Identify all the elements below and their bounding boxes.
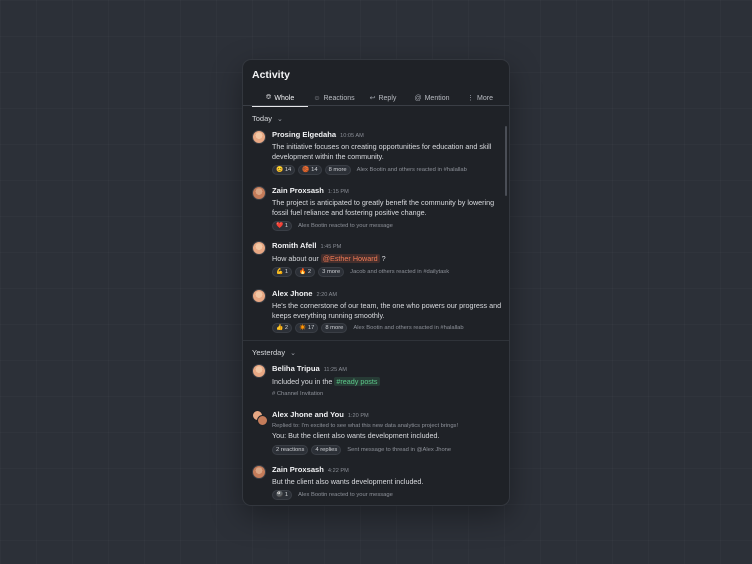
reaction-chip[interactable]: 👍 2: [272, 323, 293, 333]
item-header: Zain Proxsash 1:15 PM: [272, 186, 349, 195]
tab-label: More: [477, 94, 493, 102]
message-text: He's the cornerstone of our team, the on…: [272, 301, 502, 320]
channel-invitation-label: # Channel Invitation: [272, 391, 324, 397]
avatar-group: [252, 410, 268, 426]
reaction-summary: Alex Bootin and others reacted in #halal…: [353, 325, 464, 331]
avatar: [252, 289, 266, 303]
message-text-after: ?: [381, 254, 386, 263]
timestamp: 2:20 AM: [316, 292, 338, 298]
reaction-chip[interactable]: ❤️ 1: [272, 221, 293, 231]
reaction-summary: Jacob and others reacted in #dailytask: [350, 269, 450, 275]
timestamp: 1:20 PM: [347, 413, 369, 419]
user-name: Zain Proxsash: [272, 186, 324, 195]
message-text: The initiative focuses on creating oppor…: [272, 142, 492, 161]
reaction-chip[interactable]: 💪 1: [272, 267, 293, 277]
timestamp: 1:15 PM: [327, 189, 349, 195]
reaction-row: 👍 2 ✴️ 17 8 more Alex Bootin and others …: [272, 323, 464, 333]
item-header: Romith Afell 1:45 PM: [272, 241, 341, 250]
reaction-row: 😊 14 🏀 14 8 more Alex Bootin and others …: [272, 165, 467, 175]
item-header: Alex Jhone 2:20 AM: [272, 289, 337, 298]
item-header: Beliha Tripua 11:25 AM: [272, 364, 347, 373]
more-reactions-chip[interactable]: 8 more: [321, 323, 348, 333]
tab-label: Reply: [378, 94, 397, 102]
item-header: Alex Jhone and You 1:20 PM: [272, 410, 369, 419]
reaction-chip[interactable]: 🎱 1: [272, 490, 293, 500]
user-name: Romith Afell: [272, 241, 317, 250]
at-icon: @: [414, 94, 422, 102]
user-name: Zain Proxsash: [272, 465, 324, 474]
more-icon: ⋮: [467, 95, 475, 102]
avatar: [252, 364, 266, 378]
item-header: Prosing Elgedaha 10:05 AM: [272, 130, 364, 139]
avatar: [252, 241, 266, 255]
avatar: [252, 130, 266, 144]
more-reactions-chip[interactable]: 8 more: [324, 165, 351, 175]
tab-mention[interactable]: @ Mention: [406, 90, 458, 106]
user-name: Prosing Elgedaha: [272, 130, 337, 139]
timestamp: 10:05 AM: [340, 133, 364, 139]
section-label: Yesterday: [252, 348, 286, 357]
reaction-summary: Alex Bootin and others reacted in #halal…: [356, 167, 467, 173]
reaction-chip[interactable]: 🔥 2: [295, 267, 316, 277]
panel-title: Activity: [252, 69, 290, 81]
reaction-row: ❤️ 1 Alex Bootin reacted to your message: [272, 221, 393, 231]
tab-more[interactable]: ⋮ More: [458, 90, 502, 106]
thread-row: 2 reactions 4 replies Sent message to th…: [272, 445, 451, 455]
mention-link[interactable]: @Esther Howard: [320, 254, 380, 263]
more-reactions-chip[interactable]: 3 more: [318, 267, 345, 277]
message-text-before: Included you in the: [272, 377, 333, 386]
reply-icon: ↩: [369, 95, 376, 102]
reaction-summary: Alex Bootin reacted to your message: [298, 492, 393, 498]
message-text: You: But the client also wants developme…: [272, 431, 440, 440]
user-name: Beliha Tripua: [272, 364, 320, 373]
timestamp: 11:25 AM: [323, 367, 347, 373]
reaction-chip[interactable]: 🏀 14: [298, 165, 322, 175]
section-yesterday[interactable]: Yesterday ⌄: [252, 348, 296, 357]
reaction-summary: Alex Bootin reacted to your message: [298, 223, 393, 229]
message-text: But the client also wants development in…: [272, 477, 424, 486]
reaction-chip[interactable]: 😊 14: [272, 165, 296, 175]
message-text: The project is anticipated to greatly be…: [272, 198, 495, 217]
reactions-count-chip[interactable]: 2 reactions: [272, 445, 309, 455]
scrollbar[interactable]: [505, 126, 507, 196]
smiley-icon: ☺: [313, 94, 321, 102]
reaction-row: 💪 1 🔥 2 3 more Jacob and others reacted …: [272, 267, 449, 277]
message-text-before: How about our: [272, 254, 319, 263]
timestamp: 1:45 PM: [320, 244, 342, 250]
timestamp: 4:22 PM: [327, 468, 349, 474]
thread-summary: Sent message to thread in @Alex Jhone: [347, 447, 452, 453]
tab-reply[interactable]: ↩ Reply: [360, 90, 406, 106]
tab-reactions[interactable]: ☺ Reactions: [308, 90, 360, 106]
reaction-chip[interactable]: ✴️ 17: [295, 323, 319, 333]
section-label: Today: [252, 114, 273, 123]
reaction-row: 🎱 1 Alex Bootin reacted to your message: [272, 490, 393, 500]
item-header: Zain Proxsash 4:22 PM: [272, 465, 349, 474]
tab-whole[interactable]: ⎊ Whole: [252, 90, 308, 107]
avatar: [252, 465, 266, 479]
bell-icon: ⎊: [265, 94, 272, 101]
message-text: How about our @Esther Howard ?: [272, 254, 504, 264]
user-name: Alex Jhone: [272, 289, 313, 298]
tab-label: Whole: [274, 94, 295, 102]
channel-tag[interactable]: #ready posts: [334, 377, 380, 386]
tab-label: Mention: [424, 94, 450, 102]
section-today[interactable]: Today ⌄: [252, 114, 283, 123]
invitation-row: # Channel Invitation: [272, 391, 323, 397]
replies-count-chip[interactable]: 4 replies: [311, 445, 342, 455]
tab-bar: ⎊ Whole ☺ Reactions ↩ Reply @ Mention ⋮ …: [243, 90, 509, 107]
avatar: [257, 415, 268, 426]
user-name: Alex Jhone and You: [272, 410, 344, 419]
avatar: [252, 186, 266, 200]
chevron-down-icon: ⌄: [277, 115, 283, 123]
tab-label: Reactions: [323, 94, 355, 102]
chevron-down-icon: ⌄: [290, 349, 296, 357]
section-divider: [243, 340, 509, 341]
activity-panel: Activity ⎊ Whole ☺ Reactions ↩ Reply @ M…: [242, 59, 510, 506]
message-text: Included you in the #ready posts: [272, 377, 504, 387]
